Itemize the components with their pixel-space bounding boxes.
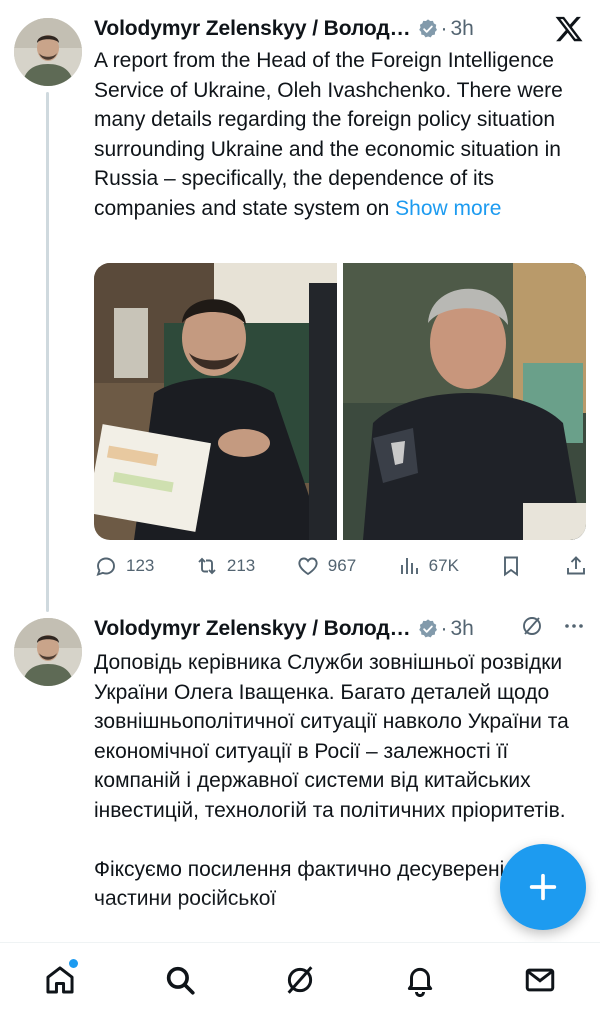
tweet-body: Доповідь керівника Служби зовнішньої роз… (94, 651, 569, 822)
messages-icon (525, 968, 555, 992)
separator-dot: · (440, 617, 448, 640)
tweet-header: Volodymyr Zelenskyy / Волод… · 3h (94, 14, 474, 44)
bookmark-button[interactable] (499, 554, 523, 578)
media-photo-2[interactable] (343, 263, 586, 540)
repost-icon (198, 557, 216, 575)
show-more-link[interactable]: Show more (395, 197, 501, 220)
verified-badge-icon (418, 19, 437, 38)
reply-icon (96, 557, 115, 577)
plus-icon (529, 873, 557, 901)
search-icon (166, 966, 195, 995)
bottom-nav (0, 942, 600, 1020)
tweet-body: A report from the Head of the Foreign In… (94, 49, 563, 220)
reply-count: 123 (126, 556, 155, 575)
like-count: 967 (327, 556, 357, 575)
avatar[interactable] (14, 618, 82, 686)
author-name[interactable]: Volodymyr Zelenskyy / Волод… (94, 17, 411, 41)
nav-messages[interactable] (520, 963, 560, 1003)
timestamp[interactable]: 3h (451, 617, 474, 641)
notifications-icon (407, 967, 433, 997)
tweet-header: Volodymyr Zelenskyy / Волод… · 3h (94, 614, 474, 644)
notification-dot (69, 959, 78, 968)
tweet-text: A report from the Head of the Foreign In… (94, 46, 592, 223)
x-logo-icon[interactable] (554, 14, 584, 44)
heart-icon (298, 557, 318, 576)
repost-count: 213 (226, 556, 256, 575)
thread-connector-line (46, 92, 49, 612)
media-photo-1[interactable] (94, 263, 337, 540)
like-button[interactable]: 967 (296, 554, 356, 578)
repost-button[interactable]: 213 (195, 554, 255, 578)
verified-badge-icon (418, 619, 437, 638)
grok-icon[interactable] (520, 614, 544, 638)
reply-button[interactable]: 123 (94, 554, 154, 578)
tweet-top-actions (520, 614, 586, 638)
nav-notifications[interactable] (400, 963, 440, 1003)
more-icon[interactable] (562, 614, 586, 638)
tweet-actions: 123 213 967 67K (94, 550, 588, 582)
timestamp[interactable]: 3h (451, 17, 474, 41)
home-icon (46, 966, 74, 994)
compose-button[interactable] (500, 844, 586, 930)
separator-dot: · (440, 17, 448, 40)
avatar[interactable] (14, 18, 82, 86)
views-count: 67K (428, 556, 459, 575)
nav-grok[interactable] (280, 963, 320, 1003)
author-name[interactable]: Volodymyr Zelenskyy / Волод… (94, 617, 411, 641)
nav-home[interactable] (40, 959, 80, 1003)
views-icon (400, 558, 418, 574)
grok-icon (287, 966, 313, 994)
share-icon (567, 556, 585, 575)
bookmark-icon (504, 556, 519, 577)
share-button[interactable] (564, 554, 588, 578)
tweet-media[interactable] (94, 263, 586, 540)
views-button[interactable]: 67K (397, 554, 459, 578)
nav-search[interactable] (160, 963, 200, 1003)
